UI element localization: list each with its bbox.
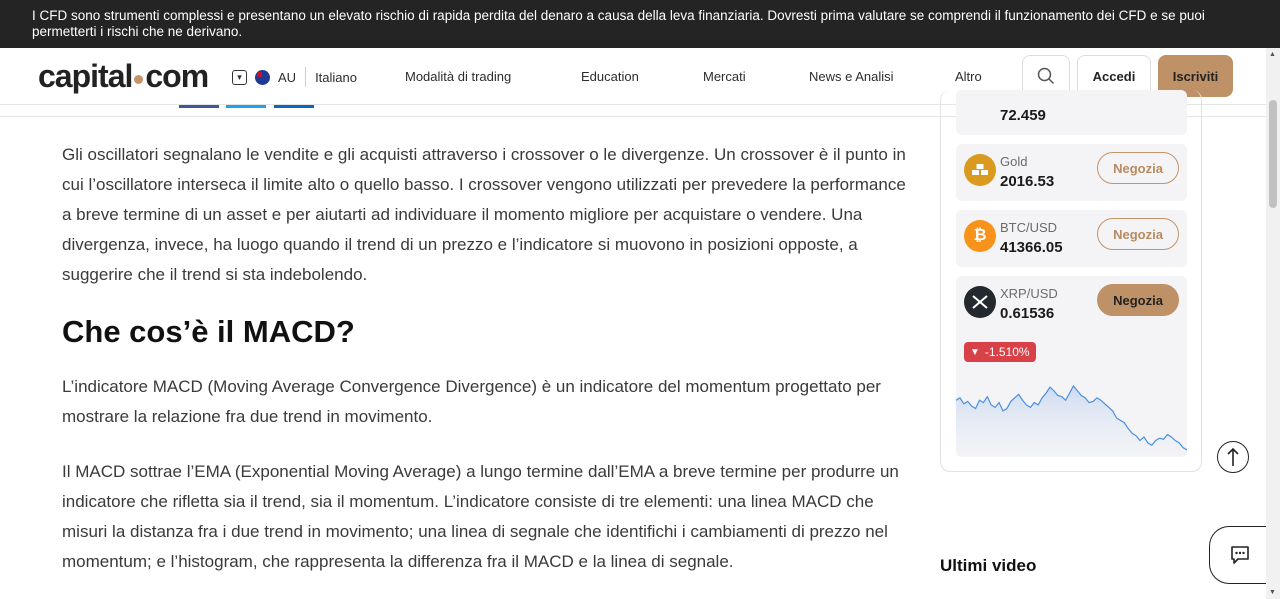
asset-card-xrpusd[interactable]: XRP/USD 0.61536 Negozia ▼ -1.510% (956, 276, 1187, 457)
region-language-selector[interactable]: ▾ AU Italiano (232, 67, 357, 87)
latest-videos-heading: Ultimi video (940, 556, 1037, 575)
bitcoin-icon: ₿ (964, 220, 996, 252)
article-paragraph-oscillators: Gli oscillatori segnalano le vendite e g… (62, 145, 906, 284)
risk-warning-banner: I CFD sono strumenti complessi e present… (0, 0, 1280, 48)
sparkline-area (956, 386, 1187, 456)
trade-button-btcusd[interactable]: Negozia (1097, 218, 1179, 250)
asset-card-btcusd[interactable]: ₿ BTC/USD 41366.05 Negozia (956, 210, 1187, 267)
risk-warning-text: I CFD sono strumenti complessi e present… (32, 8, 1205, 39)
chevron-down-icon: ▼ (970, 346, 980, 358)
xrp-icon (964, 286, 996, 318)
asset-name: BTC/USD (1000, 220, 1058, 235)
capital-com-logo[interactable]: capital com (38, 58, 209, 95)
nav-markets[interactable]: Mercati (703, 69, 746, 84)
asset-name: Gold (1000, 154, 1028, 169)
asset-name: XRP/USD (1000, 286, 1058, 301)
asset-card-partial[interactable]: 72.459 (956, 90, 1187, 135)
search-icon (1037, 67, 1055, 85)
gold-bars-icon (964, 154, 996, 186)
language-label[interactable]: Italiano (315, 70, 357, 85)
scroll-to-top-button[interactable] (1217, 441, 1249, 473)
nav-trading-modes[interactable]: Modalità di trading (405, 69, 511, 84)
region-code[interactable]: AU (278, 70, 296, 85)
article-body: Gli oscillatori segnalano le vendite e g… (62, 140, 912, 577)
price-sparkline (956, 384, 1187, 456)
chat-bubble-icon (1230, 546, 1249, 564)
trade-button-xrpusd[interactable]: Negozia (1097, 284, 1179, 316)
logo-text-left: capital (38, 58, 133, 94)
nav-more[interactable]: Altro (955, 69, 982, 84)
macd-heading: Che cos’è il MACD? (62, 314, 355, 349)
nav-news-analysis[interactable]: News e Analisi (809, 69, 894, 84)
asset-price-partial: 72.459 (1000, 107, 1046, 124)
scroll-up-arrow-icon[interactable]: ▲ (1269, 51, 1276, 58)
australia-flag-icon (255, 69, 270, 85)
article-paragraph-macd-intro: L’indicatore MACD (Moving Average Conver… (62, 377, 881, 426)
arrow-up-icon (1227, 447, 1239, 466)
price-change-value: -1.510% (984, 345, 1030, 359)
scroll-down-arrow-icon[interactable]: ▼ (1269, 589, 1276, 596)
linkedin-share-icon[interactable] (274, 105, 314, 108)
nav-education[interactable]: Education (581, 69, 639, 84)
logo-dot (134, 75, 144, 84)
chat-button[interactable] (1209, 526, 1269, 584)
chevron-down-icon[interactable]: ▾ (232, 69, 247, 85)
scrollbar-thumb[interactable] (1269, 100, 1277, 208)
logo-text-right: com (145, 58, 209, 94)
asset-card-gold[interactable]: Gold 2016.53 Negozia (956, 144, 1187, 201)
price-change-badge: ▼ -1.510% (964, 342, 1036, 362)
asset-price: 0.61536 (1000, 305, 1055, 322)
asset-price: 41366.05 (1000, 239, 1063, 256)
asset-price: 2016.53 (1000, 173, 1055, 190)
twitter-share-icon[interactable] (226, 105, 266, 108)
trade-button-gold[interactable]: Negozia (1097, 152, 1179, 184)
region-separator (305, 67, 307, 87)
facebook-share-icon[interactable] (179, 105, 219, 108)
page-scrollbar[interactable]: ▲ ▼ (1266, 48, 1280, 599)
article-paragraph-macd-details: Il MACD sottrae l’EMA (Exponential Movin… (62, 462, 899, 571)
